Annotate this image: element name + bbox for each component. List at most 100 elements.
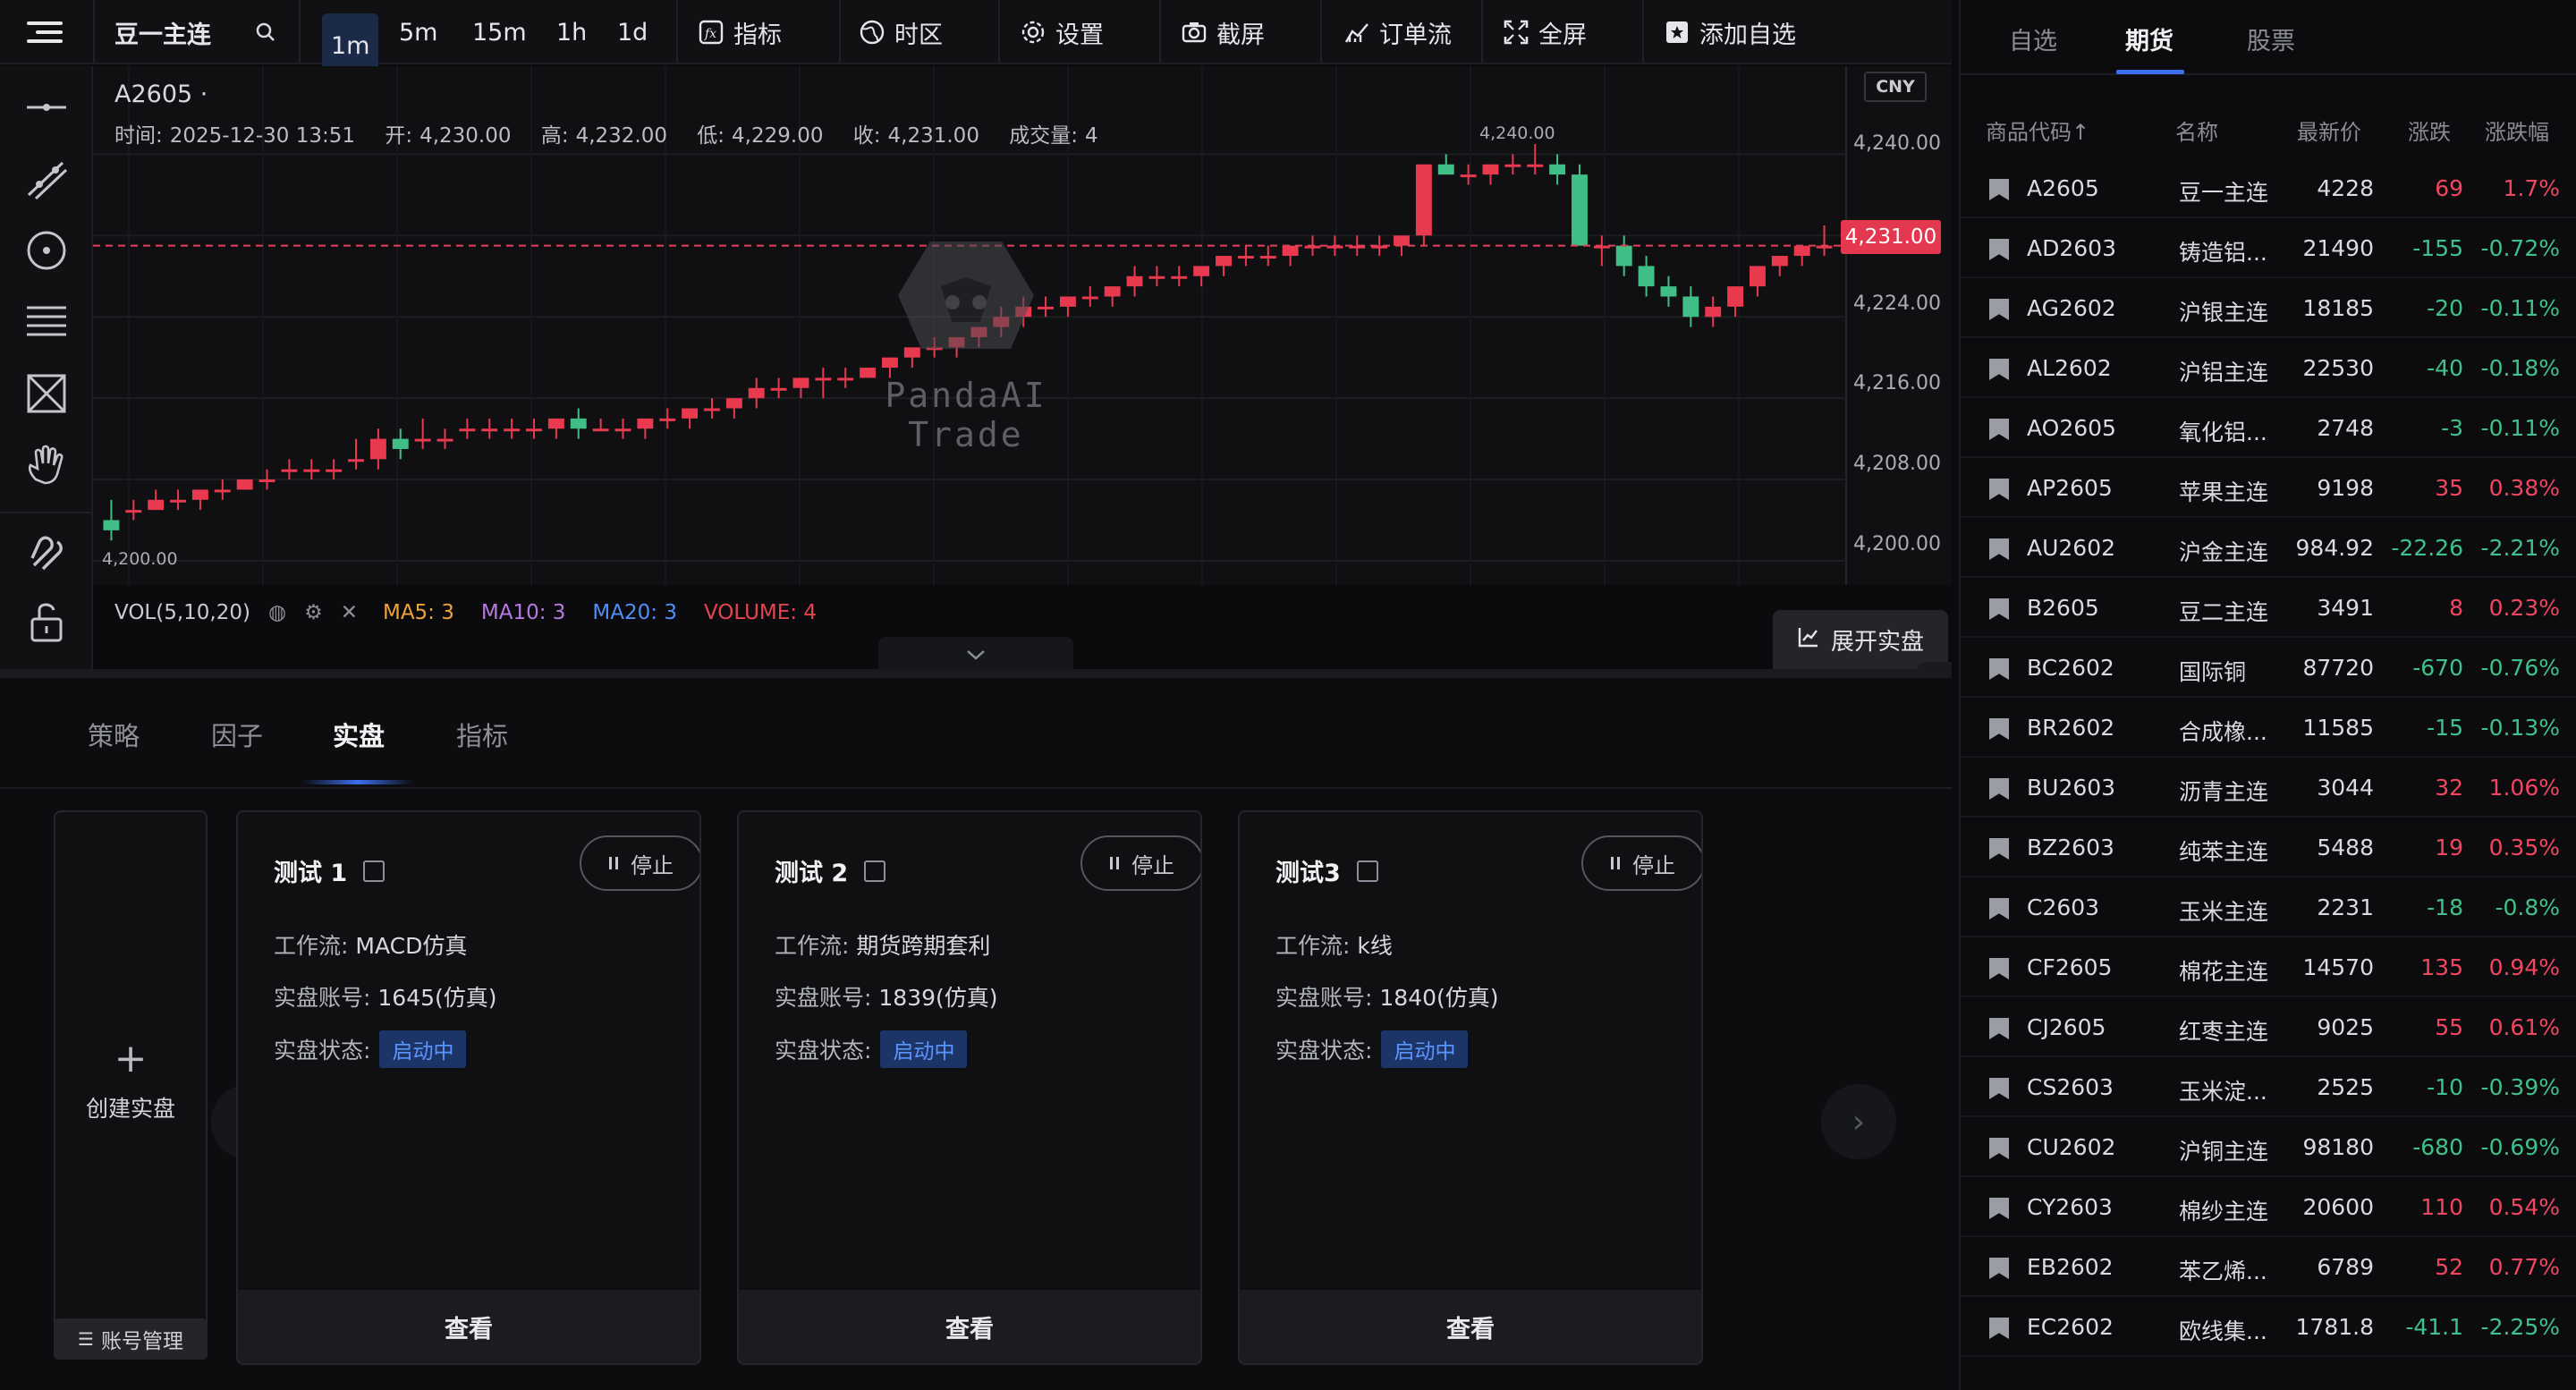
table-row[interactable]: EB2602 苯乙烯... 6789 52 0.77% <box>1961 1238 2576 1297</box>
view-button[interactable]: 查看 <box>1240 1290 1701 1363</box>
pattern-tool-icon[interactable] <box>20 367 73 420</box>
candle-body <box>1460 174 1477 178</box>
fullscreen-button[interactable]: 全屏 <box>1503 0 1587 64</box>
edit-icon[interactable] <box>864 860 886 882</box>
bookmark-icon[interactable] <box>1989 179 2009 200</box>
tab-strategy[interactable]: 策略 <box>88 716 140 753</box>
header-change[interactable]: 涨跌 <box>2408 114 2451 146</box>
tab-factor[interactable]: 因子 <box>211 716 263 753</box>
settings-button[interactable]: 设置 <box>1020 0 1104 64</box>
bookmark-icon[interactable] <box>1989 598 2009 620</box>
tab-futures[interactable]: 期货 <box>2125 21 2174 56</box>
table-row[interactable]: AO2605 氧化铝... 2748 -3 -0.11% <box>1961 399 2576 458</box>
bookmark-icon[interactable] <box>1989 718 2009 740</box>
header-code[interactable]: 商品代码↑ <box>1986 114 2089 146</box>
volume-indicator-label[interactable]: VOL(5,10,20) <box>114 601 250 624</box>
bookmark-icon[interactable] <box>1989 898 2009 920</box>
table-row[interactable]: AU2602 沪金主连 984.92 -22.26 -2.21% <box>1961 519 2576 578</box>
edit-icon[interactable] <box>1356 860 1378 882</box>
indicators-button[interactable]: fx 指标 <box>698 0 782 64</box>
bookmark-icon[interactable] <box>1989 778 2009 800</box>
fibonacci-tool-icon[interactable] <box>20 295 73 349</box>
bookmark-icon[interactable] <box>1989 1018 2009 1039</box>
bookmark-icon[interactable] <box>1989 658 2009 680</box>
tab-stocks[interactable]: 股票 <box>2247 21 2295 56</box>
stop-button[interactable]: 停止 <box>1080 835 1200 891</box>
table-row[interactable]: B2605 豆二主连 3491 8 0.23% <box>1961 579 2576 638</box>
bookmark-icon[interactable] <box>1989 479 2009 500</box>
table-row[interactable]: BZ2603 纯苯主连 5488 19 0.35% <box>1961 818 2576 877</box>
close-icon[interactable]: ✕ <box>341 601 358 624</box>
table-row[interactable]: EC2602 欧线集... 1781.8 -41.1 -2.25% <box>1961 1298 2576 1357</box>
table-row[interactable]: C2603 玉米主连 2231 -18 -0.8% <box>1961 878 2576 937</box>
table-row[interactable]: BU2603 沥青主连 3044 32 1.06% <box>1961 759 2576 818</box>
table-row[interactable]: AL2602 沪铝主连 22530 -40 -0.18% <box>1961 339 2576 398</box>
table-row[interactable]: CU2602 沪铜主连 98180 -680 -0.69% <box>1961 1118 2576 1177</box>
table-row[interactable]: AP2605 苹果主连 9198 35 0.38% <box>1961 459 2576 518</box>
chevron-right-icon[interactable]: › <box>1821 1084 1896 1159</box>
horizontal-line-tool-icon[interactable] <box>20 81 73 134</box>
bookmark-icon[interactable] <box>1989 419 2009 440</box>
account-management-button[interactable]: ☰ 账号管理 <box>54 1318 208 1360</box>
bookmark-icon[interactable] <box>1989 1258 2009 1279</box>
edit-icon[interactable] <box>363 860 386 882</box>
header-name[interactable]: 名称 <box>2175 114 2218 146</box>
fullscreen-icon <box>1503 19 1530 46</box>
tab-live[interactable]: 实盘 <box>333 716 385 753</box>
stop-button[interactable]: 停止 <box>580 835 699 891</box>
timeframe-15m[interactable]: 15m <box>472 0 527 64</box>
screenshot-button[interactable]: 截屏 <box>1181 0 1265 64</box>
view-button[interactable]: 查看 <box>739 1290 1200 1363</box>
table-row[interactable]: A2605 豆一主连 4228 69 1.7% <box>1961 159 2576 218</box>
header-price[interactable]: 最新价 <box>2297 114 2361 146</box>
trend-line-tool-icon[interactable] <box>20 152 73 206</box>
bookmark-icon[interactable] <box>1989 958 2009 979</box>
timezone-button[interactable]: 时区 <box>859 0 943 64</box>
workflow-row: 工作流: MACD仿真 <box>274 928 467 961</box>
orderflow-button[interactable]: 订单流 <box>1343 0 1452 64</box>
tab-favorites[interactable]: 自选 <box>2009 21 2057 56</box>
symbol-selector[interactable]: 豆一主连 <box>114 0 211 64</box>
timeframe-5m[interactable]: 5m <box>399 0 437 64</box>
create-live-button[interactable]: + 创建实盘 <box>54 810 208 1352</box>
tab-indicator[interactable]: 指标 <box>456 716 508 753</box>
circle-tool-icon[interactable] <box>20 224 73 277</box>
gear-icon[interactable]: ⚙ <box>304 601 323 624</box>
row-code: CY2603 <box>2027 1194 2113 1220</box>
unlock-icon[interactable] <box>20 594 73 648</box>
table-row[interactable]: CF2605 棉花主连 14570 135 0.94% <box>1961 938 2576 997</box>
pane-divider[interactable] <box>0 669 1952 678</box>
bookmark-icon[interactable] <box>1989 1318 2009 1339</box>
hand-pan-icon[interactable] <box>20 438 73 492</box>
magnet-icon[interactable] <box>20 526 73 580</box>
search-icon[interactable] <box>256 0 275 64</box>
timeframe-1d[interactable]: 1d <box>617 0 648 64</box>
timeframe-1h[interactable]: 1h <box>556 0 587 64</box>
collapse-chart-handle[interactable] <box>878 637 1073 669</box>
bookmark-icon[interactable] <box>1989 538 2009 560</box>
bookmark-icon[interactable] <box>1989 1078 2009 1099</box>
table-row[interactable]: CY2603 棉纱主连 20600 110 0.54% <box>1961 1178 2576 1237</box>
watchlist-panel: 自选 期货 股票 商品代码↑ 名称 最新价 涨跌 涨跌幅 A2605 豆一主连 42… <box>1959 0 2576 1390</box>
eye-hidden-icon[interactable]: ◍ <box>268 601 286 624</box>
table-row[interactable]: BC2602 国际铜 87720 -670 -0.76% <box>1961 639 2576 698</box>
table-row[interactable]: AG2602 沪银主连 18185 -20 -0.11% <box>1961 279 2576 338</box>
table-row[interactable]: CS2603 玉米淀... 2525 -10 -0.39% <box>1961 1058 2576 1117</box>
table-row[interactable]: CJ2605 红枣主连 9025 55 0.61% <box>1961 998 2576 1057</box>
row-name: 合成橡... <box>2179 719 2267 745</box>
bookmark-icon[interactable] <box>1989 1138 2009 1159</box>
bookmark-icon[interactable] <box>1989 239 2009 260</box>
currency-badge[interactable]: CNY <box>1864 72 1927 102</box>
table-row[interactable]: BR2602 合成橡... 11585 -15 -0.13% <box>1961 699 2576 758</box>
table-row[interactable]: AD2603 铸造铝... 21490 -155 -0.72% <box>1961 219 2576 278</box>
expand-live-button[interactable]: 展开实盘 <box>1773 610 1948 669</box>
bookmark-icon[interactable] <box>1989 299 2009 320</box>
bookmark-icon[interactable] <box>1989 838 2009 860</box>
add-watchlist-button[interactable]: 添加自选 <box>1664 0 1796 64</box>
stop-button[interactable]: 停止 <box>1581 835 1701 891</box>
header-pct[interactable]: 涨跌幅 <box>2485 114 2549 146</box>
menu-icon[interactable] <box>27 0 64 64</box>
bookmark-icon[interactable] <box>1989 1198 2009 1219</box>
bookmark-icon[interactable] <box>1989 359 2009 380</box>
view-button[interactable]: 查看 <box>238 1290 699 1363</box>
